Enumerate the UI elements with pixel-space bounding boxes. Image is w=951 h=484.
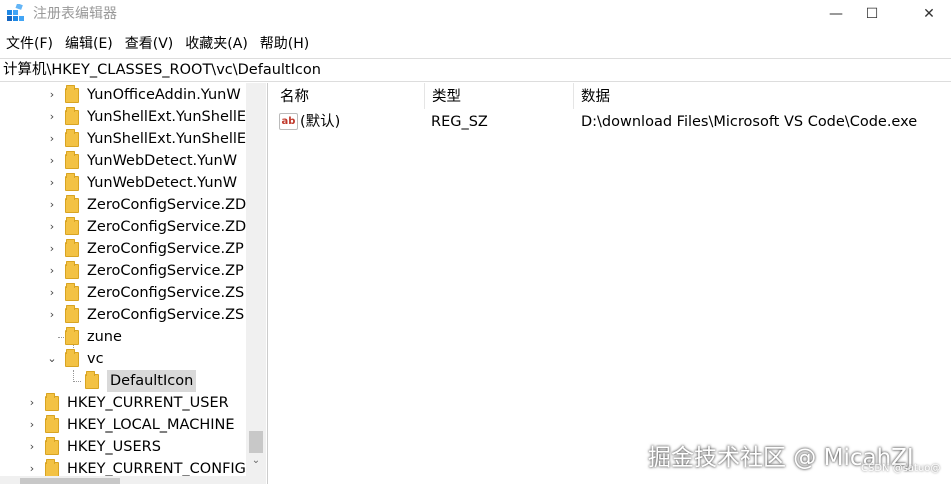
menu-view[interactable]: 查看(V) bbox=[119, 33, 180, 55]
value-row[interactable]: ab (默认) REG_SZ D:\download Files\Microso… bbox=[272, 111, 951, 133]
address-bar[interactable]: 计算机\HKEY_CLASSES_ROOT\vc\DefaultIcon bbox=[0, 58, 951, 82]
menu-bar: 文件(F) 编辑(E) 查看(V) 收藏夹(A) 帮助(H) bbox=[0, 33, 315, 55]
tree-item[interactable]: › HKEY_CURRENT_USER bbox=[25, 392, 229, 414]
menu-edit[interactable]: 编辑(E) bbox=[59, 33, 119, 55]
expand-chevron-icon[interactable]: › bbox=[25, 436, 39, 458]
window-title: 注册表编辑器 bbox=[33, 6, 117, 22]
tree-item-label: YunWebDetect.YunW bbox=[87, 175, 238, 191]
collapse-chevron-icon[interactable]: ⌄ bbox=[45, 348, 59, 370]
close-button[interactable]: ✕ bbox=[906, 0, 951, 27]
tree-item[interactable]: › YunShellExt.YunShellE bbox=[45, 128, 246, 150]
maximize-button[interactable]: ☐ bbox=[849, 0, 895, 27]
folder-icon bbox=[45, 414, 59, 433]
column-header-name[interactable]: 名称 bbox=[272, 83, 309, 109]
column-header-data[interactable]: 数据 bbox=[573, 83, 610, 109]
registry-tree: › YunOfficeAddin.YunW › YunShellExt.YunShe… bbox=[0, 83, 268, 484]
tree-item[interactable]: › YunOfficeAddin.YunW bbox=[45, 84, 241, 106]
folder-icon bbox=[65, 150, 79, 169]
expand-chevron-icon[interactable]: › bbox=[45, 106, 59, 128]
tree-item[interactable]: › YunWebDetect.YunW bbox=[45, 150, 237, 172]
tree-item[interactable]: › ZeroConfigService.ZP bbox=[45, 260, 244, 282]
folder-icon bbox=[65, 106, 79, 125]
folder-icon bbox=[65, 348, 79, 367]
folder-icon bbox=[65, 172, 79, 191]
tree-horizontal-scrollbar[interactable] bbox=[0, 476, 266, 484]
tree-item-label: YunShellExt.YunShellE bbox=[87, 109, 247, 125]
tree-item[interactable]: › HKEY_USERS bbox=[25, 436, 161, 458]
title-bar: 注册表编辑器 — ☐ ✕ bbox=[0, 0, 951, 27]
tree-item-selected[interactable]: DefaultIcon bbox=[65, 370, 197, 392]
tree-item-label: ZeroConfigService.ZD bbox=[87, 197, 247, 213]
tree-item-label: DefaultIcon bbox=[107, 370, 197, 392]
column-header-type[interactable]: 类型 bbox=[424, 83, 461, 109]
tree-item-label: HKEY_LOCAL_MACHINE bbox=[67, 417, 235, 433]
expand-chevron-icon[interactable]: › bbox=[45, 282, 59, 304]
folder-icon bbox=[45, 392, 59, 411]
tree-item-label: vc bbox=[87, 351, 104, 367]
folder-icon bbox=[65, 216, 79, 235]
menu-favorites[interactable]: 收藏夹(A) bbox=[179, 33, 254, 55]
expand-chevron-icon[interactable]: › bbox=[45, 238, 59, 260]
expand-chevron-icon[interactable]: › bbox=[25, 392, 39, 414]
tree-item-label: YunShellExt.YunShellE bbox=[87, 131, 247, 147]
expand-chevron-icon[interactable]: › bbox=[45, 260, 59, 282]
close-icon: ✕ bbox=[923, 5, 935, 22]
tree-item[interactable]: ⌄ vc bbox=[45, 348, 104, 370]
tree-item[interactable]: › YunWebDetect.YunW bbox=[45, 172, 237, 194]
folder-icon bbox=[65, 194, 79, 213]
minimize-icon: — bbox=[829, 5, 843, 22]
tree-item-label: HKEY_USERS bbox=[67, 439, 161, 455]
expand-chevron-icon[interactable]: › bbox=[45, 304, 59, 326]
tree-item[interactable]: › HKEY_LOCAL_MACHINE bbox=[25, 414, 235, 436]
maximize-icon: ☐ bbox=[865, 5, 879, 22]
value-name: (默认) bbox=[300, 114, 341, 130]
folder-icon bbox=[65, 326, 79, 345]
regedit-app-icon bbox=[7, 4, 24, 21]
list-header: 名称 类型 数据 bbox=[272, 83, 951, 109]
tree-item[interactable]: › ZeroConfigService.ZD bbox=[45, 216, 246, 238]
expand-chevron-icon[interactable]: › bbox=[45, 172, 59, 194]
tree-item-label: ZeroConfigService.ZS bbox=[87, 285, 245, 301]
scrollbar-thumb[interactable] bbox=[249, 431, 263, 453]
tree-item-label: YunWebDetect.YunW bbox=[87, 153, 238, 169]
folder-icon bbox=[65, 282, 79, 301]
expand-chevron-icon[interactable]: › bbox=[45, 194, 59, 216]
folder-icon bbox=[65, 304, 79, 323]
menu-file[interactable]: 文件(F) bbox=[0, 33, 59, 55]
folder-icon bbox=[65, 128, 79, 147]
folder-icon bbox=[45, 436, 59, 455]
tree-item[interactable]: zune bbox=[45, 326, 122, 348]
expand-chevron-icon[interactable]: › bbox=[25, 414, 39, 436]
watermark-small: CSDN @satuo@ bbox=[861, 463, 941, 474]
string-value-icon: ab bbox=[279, 113, 298, 130]
value-data: D:\download Files\Microsoft VS Code\Code… bbox=[581, 114, 918, 130]
folder-icon bbox=[65, 260, 79, 279]
expand-chevron-icon[interactable]: › bbox=[45, 128, 59, 150]
tree-item-label: ZeroConfigService.ZS bbox=[87, 307, 245, 323]
expand-chevron-icon[interactable]: › bbox=[45, 84, 59, 106]
tree-item[interactable]: › YunShellExt.YunShellE bbox=[45, 106, 246, 128]
menu-help[interactable]: 帮助(H) bbox=[254, 33, 315, 55]
folder-icon bbox=[65, 238, 79, 257]
value-type: REG_SZ bbox=[431, 114, 488, 130]
tree-item[interactable]: › ZeroConfigService.ZS bbox=[45, 304, 244, 326]
expand-chevron-icon[interactable]: › bbox=[45, 216, 59, 238]
tree-item-label: zune bbox=[87, 329, 122, 345]
tree-item[interactable]: › ZeroConfigService.ZS bbox=[45, 282, 244, 304]
tree-item-label: ZeroConfigService.ZP bbox=[87, 241, 244, 257]
expand-chevron-icon[interactable]: › bbox=[45, 150, 59, 172]
tree-item-label: HKEY_CURRENT_USER bbox=[67, 395, 229, 411]
folder-icon bbox=[65, 84, 79, 103]
scroll-down-arrow-icon[interactable]: ⌄ bbox=[246, 455, 266, 466]
scrollbar-thumb[interactable] bbox=[20, 478, 120, 484]
tree-item[interactable]: › ZeroConfigService.ZP bbox=[45, 238, 244, 260]
tree-item[interactable]: › ZeroConfigService.ZD bbox=[45, 194, 246, 216]
tree-item-label: ZeroConfigService.ZP bbox=[87, 263, 244, 279]
tree-item-label: ZeroConfigService.ZD bbox=[87, 219, 247, 235]
tree-vertical-scrollbar[interactable]: ⌄ bbox=[246, 83, 266, 476]
folder-icon bbox=[45, 458, 59, 477]
folder-icon bbox=[85, 370, 99, 389]
value-list: 名称 类型 数据 ab (默认) REG_SZ D:\download File… bbox=[272, 83, 951, 484]
tree-item-label: YunOfficeAddin.YunW bbox=[87, 87, 241, 103]
